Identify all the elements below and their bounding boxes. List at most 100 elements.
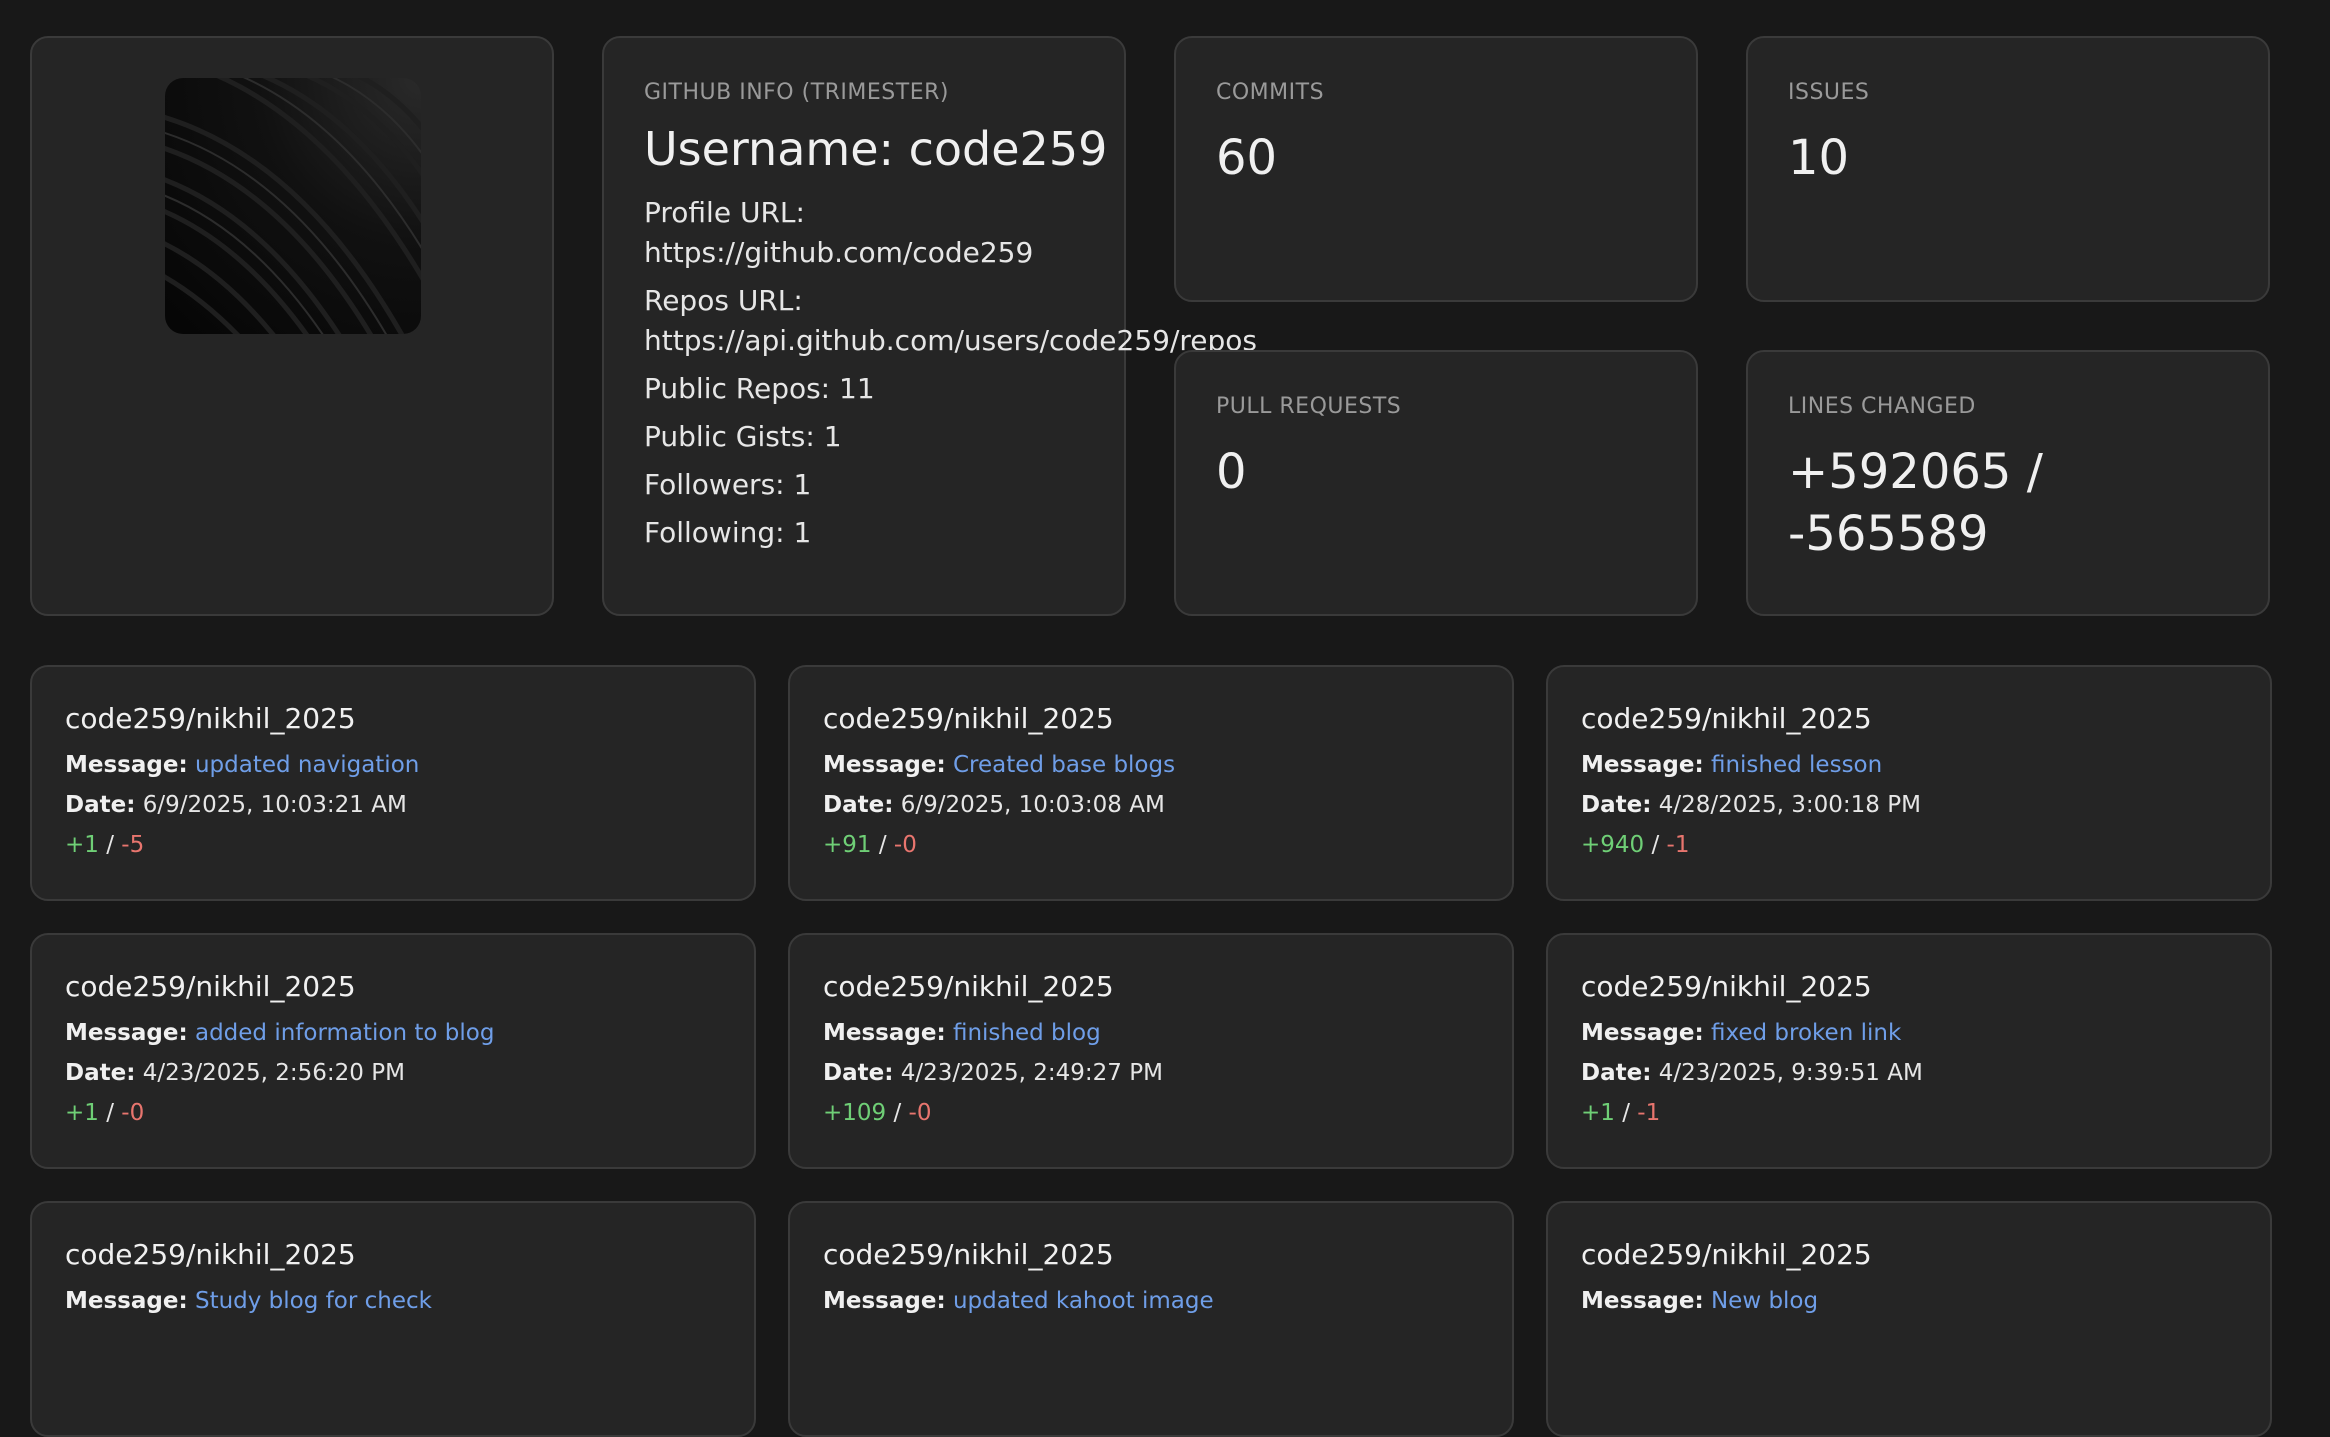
commit-card[interactable]: code259/nikhil_2025 Message: updated navi… [30,665,756,901]
commit-repo: code259/nikhil_2025 [1581,702,1872,735]
commit-message-row: Message: finished blog [823,1013,1479,1053]
message-label: Message: [65,752,188,778]
commit-message-link[interactable]: fixed broken link [1711,1020,1901,1046]
repos-url-label: Repos URL: [644,284,803,317]
github-info-card: GITHUB INFO (TRIMESTER) Username: code25… [602,36,1257,616]
commit-additions: +1 [1581,1100,1615,1126]
commit-diff-row: +1 / -1 [1581,1093,2237,1133]
commit-card[interactable]: code259/nikhil_2025 Message: New blog [1546,1201,2272,1437]
username: Username: code259 [644,122,1108,176]
issues-card: ISSUES 10 [1746,36,2270,302]
date-label: Date: [823,1060,894,1086]
commit-message-row: Message: Created base blogs [823,745,1479,785]
repos-url-link[interactable]: https://api.github.com/users/code259/rep… [644,321,1257,361]
commit-additions: +940 [1581,832,1645,858]
commit-date-row: Date: 4/23/2025, 9:39:51 AM [1581,1053,2237,1093]
message-label: Message: [823,1288,946,1314]
commits-value: 60 [1216,130,1278,186]
public-repos: Public Repos: 11 [644,372,875,405]
commit-deletions: -0 [908,1100,932,1126]
commit-date-row: Date: 6/9/2025, 10:03:21 AM [65,785,721,825]
commit-deletions: -5 [121,832,145,858]
lines-changed-label: LINES CHANGED [1788,394,1976,419]
commit-card[interactable]: code259/nikhil_2025 Message: finished les… [1546,665,2272,901]
lines-removed-value: -565589 [1788,506,1989,562]
diff-separator: / [878,832,887,858]
commit-message-link[interactable]: updated kahoot image [953,1288,1214,1314]
commit-date-row: Date: 4/28/2025, 3:00:18 PM [1581,785,2237,825]
commit-diff-row: +1 / -0 [65,1093,721,1133]
commit-message-link[interactable]: New blog [1711,1288,1818,1314]
commit-card[interactable]: code259/nikhil_2025 Message: fixed broken… [1546,933,2272,1169]
commit-date-row: Date: 6/9/2025, 10:03:08 AM [823,785,1479,825]
commit-diff-row: +91 / -0 [823,825,1479,865]
commit-message-link[interactable]: updated navigation [195,752,419,778]
followers: Followers: 1 [644,468,812,501]
profile-url-link[interactable]: https://github.com/code259 [644,233,1084,273]
issues-value: 10 [1788,130,1850,186]
commit-diff-row: +109 / -0 [823,1093,1479,1133]
commit-deletions: -0 [121,1100,145,1126]
diff-separator: / [106,1100,114,1126]
commit-repo: code259/nikhil_2025 [1581,970,1872,1003]
commit-date: 4/23/2025, 2:56:20 PM [142,1060,405,1086]
date-label: Date: [65,792,136,818]
diff-separator: / [1622,1100,1630,1126]
commit-additions: +1 [65,1100,99,1126]
commit-repo: code259/nikhil_2025 [823,702,1114,735]
message-label: Message: [65,1020,188,1046]
message-label: Message: [823,752,946,778]
commit-message-row: Message: updated navigation [65,745,721,785]
commit-message-row: Message: added information to blog [65,1013,721,1053]
github-info-label: GITHUB INFO (TRIMESTER) [644,80,949,105]
commit-date: 6/9/2025, 10:03:21 AM [142,792,407,818]
date-label: Date: [823,792,894,818]
commit-repo: code259/nikhil_2025 [1581,1238,1872,1271]
pull-requests-card: PULL REQUESTS 0 [1174,350,1698,616]
lines-changed-value: +592065 / -565589 [1788,441,2228,565]
commit-message-row: Message: finished lesson [1581,745,2237,785]
commit-deletions: -0 [893,832,917,858]
commit-deletions: -1 [1637,1100,1661,1126]
commit-message-link[interactable]: Study blog for check [195,1288,432,1314]
commit-message-link[interactable]: Created base blogs [953,752,1175,778]
commits-label: COMMITS [1216,80,1325,105]
message-label: Message: [1581,752,1704,778]
date-label: Date: [1581,1060,1652,1086]
commit-repo: code259/nikhil_2025 [823,970,1114,1003]
commit-card[interactable]: code259/nikhil_2025 Message: added inform… [30,933,756,1169]
commit-card[interactable]: code259/nikhil_2025 Message: updated kaho… [788,1201,1514,1437]
commit-repo: code259/nikhil_2025 [65,1238,356,1271]
commit-card[interactable]: code259/nikhil_2025 Message: Created base… [788,665,1514,901]
commit-message-link[interactable]: added information to blog [195,1020,494,1046]
date-label: Date: [65,1060,136,1086]
public-gists: Public Gists: 1 [644,420,842,453]
commit-date: 4/23/2025, 2:49:27 PM [900,1060,1163,1086]
commit-card[interactable]: code259/nikhil_2025 Message: Study blog f… [30,1201,756,1437]
pull-requests-value: 0 [1216,444,1247,500]
commit-message-row: Message: Study blog for check [65,1281,721,1321]
commit-additions: +1 [65,832,99,858]
lines-added-value: +592065 / [1788,444,2043,500]
commit-message-link[interactable]: finished lesson [1711,752,1882,778]
commit-deletions: -1 [1666,832,1690,858]
commit-message-link[interactable]: finished blog [953,1020,1101,1046]
commit-message-row: Message: updated kahoot image [823,1281,1479,1321]
commit-date: 4/28/2025, 3:00:18 PM [1658,792,1921,818]
lines-changed-card: LINES CHANGED +592065 / -565589 [1746,350,2270,616]
commit-repo: code259/nikhil_2025 [65,702,356,735]
avatar-image [165,78,421,334]
commit-card[interactable]: code259/nikhil_2025 Message: finished blo… [788,933,1514,1169]
commit-date-row: Date: 4/23/2025, 2:49:27 PM [823,1053,1479,1093]
commit-repo: code259/nikhil_2025 [65,970,356,1003]
commit-repo: code259/nikhil_2025 [823,1238,1114,1271]
message-label: Message: [1581,1020,1704,1046]
diff-separator: / [106,832,114,858]
commit-diff-row: +940 / -1 [1581,825,2237,865]
issues-label: ISSUES [1788,80,1870,105]
commit-date: 4/23/2025, 9:39:51 AM [1658,1060,1923,1086]
message-label: Message: [65,1288,188,1314]
commits-card: COMMITS 60 [1174,36,1698,302]
avatar-card [30,36,554,616]
following: Following: 1 [644,516,812,549]
